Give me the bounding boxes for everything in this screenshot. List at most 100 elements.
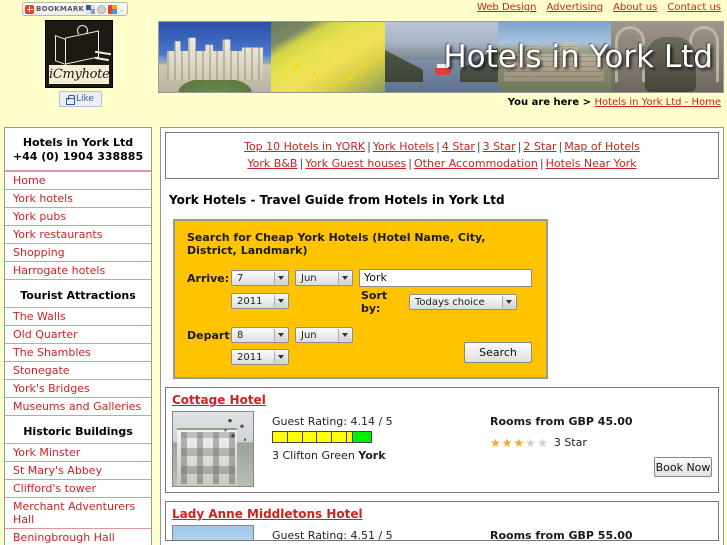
sidebar-link-home[interactable]: Home	[13, 174, 45, 187]
sidebar-link-the-shambles[interactable]: The Shambles	[13, 346, 91, 359]
logo-image[interactable]: iCmyhotel	[45, 20, 113, 88]
bookmark-plus-icon[interactable]	[25, 4, 34, 14]
hotel-star-rating: ★ ★ ★ ★ ★ 3 Star	[490, 436, 712, 449]
sidebar-item-york-pubs[interactable]: York pubs	[5, 207, 151, 225]
sidebar-link-york-minster[interactable]: York Minster	[13, 446, 80, 459]
quick-link-top-10-hotels[interactable]: Top 10 Hotels in YORK	[244, 140, 365, 153]
sidebar-link-st-marys-abbey[interactable]: St Mary's Abbey	[13, 464, 102, 477]
sort-label: Sort by:	[361, 289, 388, 315]
hotel-photo[interactable]	[172, 525, 254, 540]
chevron-down-icon[interactable]	[338, 272, 351, 284]
sidebar-item-the-walls[interactable]: The Walls	[5, 307, 151, 325]
sidebar-link-cliffords-tower[interactable]: Clifford's tower	[13, 482, 96, 495]
sidebar-link-beningbrough-hall[interactable]: Beningbrough Hall	[13, 531, 115, 544]
chevron-down-icon[interactable]	[274, 295, 287, 307]
sidebar-link-merchant-adventurers-hall[interactable]: Merchant Adventurers Hall	[13, 500, 135, 526]
depart-day-value: 8	[237, 329, 244, 341]
book-now-button[interactable]: Book Now	[654, 457, 712, 477]
breadcrumb-home-link[interactable]: Hotels in York Ltd - Home	[595, 97, 722, 108]
sidebar-item-museums-and-galleries[interactable]: Museums and Galleries	[5, 397, 151, 416]
search-input[interactable]: York	[359, 269, 532, 287]
hotel-name-link[interactable]: Lady Anne Middletons Hotel	[172, 507, 363, 521]
quick-link-other-accommodation[interactable]: Other Accommodation	[414, 157, 538, 170]
top-nav-link-web-design[interactable]: Web Design	[477, 2, 537, 13]
hotel-photo[interactable]	[172, 411, 254, 487]
sidebar-link-museums-and-galleries[interactable]: Museums and Galleries	[13, 400, 141, 413]
sidebar-group-historic-buildings: York Minster St Mary's Abbey Clifford's …	[5, 443, 151, 545]
top-nav-link-about-us[interactable]: About us	[613, 2, 657, 13]
quick-link-york-bb[interactable]: York B&B	[247, 157, 297, 170]
main-content: Top 10 Hotels in YORK | York Hotels | 4 Star…	[160, 127, 724, 545]
hotel-listing-body: Guest Rating: 4.51 / 5 Rooms from GBP 55…	[172, 525, 712, 541]
google-share-icon[interactable]	[108, 4, 118, 14]
sidebar-link-york-hotels[interactable]: York hotels	[13, 192, 73, 205]
arrive-month-select[interactable]: Jun	[295, 270, 353, 286]
quick-link-map-of-hotels[interactable]: Map of Hotels	[564, 140, 640, 153]
hotel-address: 3 Clifton Green York	[272, 449, 472, 462]
star-icon-empty: ★	[525, 435, 537, 450]
depart-label: Depart:	[187, 328, 234, 342]
sidebar-item-harrogate-hotels[interactable]: Harrogate hotels	[5, 261, 151, 280]
search-form-title: Search for Cheap York Hotels (Hotel Name…	[187, 231, 486, 257]
sidebar-link-york-pubs[interactable]: York pubs	[13, 210, 66, 223]
hotel-listing: Cottage Hotel Guest Rating: 4.14 / 5 3 C…	[165, 387, 719, 493]
facebook-like-button[interactable]: Like	[58, 91, 102, 107]
chevron-down-icon[interactable]	[274, 329, 287, 341]
arrive-year-select[interactable]: 2011	[231, 293, 289, 309]
sidebar-link-york-restaurants[interactable]: York restaurants	[13, 228, 102, 241]
sidebar-item-beningbrough-hall[interactable]: Beningbrough Hall	[5, 528, 151, 545]
sidebar-link-shopping[interactable]: Shopping	[13, 246, 65, 259]
quick-link-2-star[interactable]: 2 Star	[523, 140, 556, 153]
sidebar-link-yorks-bridges[interactable]: York's Bridges	[13, 382, 90, 395]
arrive-month-value: Jun	[301, 272, 317, 284]
sort-by-select[interactable]: Todays choice	[409, 294, 517, 310]
chevron-down-icon[interactable]	[274, 351, 287, 363]
guest-rating-bar	[272, 431, 372, 443]
sidebar-item-york-restaurants[interactable]: York restaurants	[5, 225, 151, 243]
sidebar-item-york-minster[interactable]: York Minster	[5, 443, 151, 461]
sidebar-item-st-marys-abbey[interactable]: St Mary's Abbey	[5, 461, 151, 479]
twitter-share-icon[interactable]	[97, 4, 107, 14]
chevron-down-icon[interactable]	[274, 272, 287, 284]
arrive-day-select[interactable]: 7	[231, 270, 289, 286]
facebook-share-icon[interactable]	[86, 4, 96, 14]
logo-wordmark: iCmyhotel	[49, 65, 113, 84]
sidebar-link-harrogate-hotels[interactable]: Harrogate hotels	[13, 264, 105, 277]
sidebar-item-the-shambles[interactable]: The Shambles	[5, 343, 151, 361]
quick-link-4-star[interactable]: 4 Star	[442, 140, 475, 153]
chevron-down-icon[interactable]	[502, 296, 515, 308]
hotel-name-link[interactable]: Cottage Hotel	[172, 393, 266, 407]
hotel-price-block: Rooms from GBP 55.00	[490, 525, 712, 540]
bookmark-widget[interactable]: BOOKMARK ..	[22, 2, 128, 16]
chevron-down-icon[interactable]	[338, 329, 351, 341]
sidebar-item-shopping[interactable]: Shopping	[5, 243, 151, 261]
sidebar-item-stonegate[interactable]: Stonegate	[5, 361, 151, 379]
quick-link-3-star[interactable]: 3 Star	[483, 140, 516, 153]
site-logo[interactable]: iCmyhotel Like	[45, 20, 115, 107]
depart-month-select[interactable]: Jun	[295, 327, 353, 343]
depart-day-select[interactable]: 8	[231, 327, 289, 343]
sidebar-item-old-quarter[interactable]: Old Quarter	[5, 325, 151, 343]
search-button[interactable]: Search	[464, 342, 532, 363]
quick-link-york-hotels[interactable]: York Hotels	[373, 140, 434, 153]
sidebar-link-stonegate[interactable]: Stonegate	[13, 364, 70, 377]
quick-link-separator: |	[436, 140, 440, 153]
sidebar-link-the-walls[interactable]: The Walls	[13, 310, 66, 323]
sidebar-item-york-hotels[interactable]: York hotels	[5, 189, 151, 207]
sidebar-item-yorks-bridges[interactable]: York's Bridges	[5, 379, 151, 397]
guest-rating-text: Guest Rating: 4.51 / 5	[272, 529, 393, 541]
more-share-icon[interactable]: ..	[119, 5, 123, 13]
top-nav-link-advertising[interactable]: Advertising	[546, 2, 603, 13]
sidebar-company-name: Hotels in York Ltd	[22, 136, 134, 149]
sidebar-item-cliffords-tower[interactable]: Clifford's tower	[5, 479, 151, 497]
quick-link-hotels-near-york[interactable]: Hotels Near York	[546, 157, 637, 170]
sidebar-item-home[interactable]: Home	[5, 171, 151, 189]
top-nav-link-contact-us[interactable]: Contact us	[667, 2, 721, 13]
arrive-year-value: 2011	[237, 295, 263, 307]
quick-link-york-guest-houses[interactable]: York Guest houses	[305, 157, 406, 170]
hotel-address-street: 3 Clifton Green	[272, 449, 359, 462]
sidebar-item-merchant-adventurers-hall[interactable]: Merchant Adventurers Hall	[5, 497, 151, 528]
hotel-listing: Lady Anne Middletons Hotel Guest Rating:…	[165, 501, 719, 541]
sidebar-link-old-quarter[interactable]: Old Quarter	[13, 328, 78, 341]
depart-year-select[interactable]: 2011	[231, 349, 289, 365]
